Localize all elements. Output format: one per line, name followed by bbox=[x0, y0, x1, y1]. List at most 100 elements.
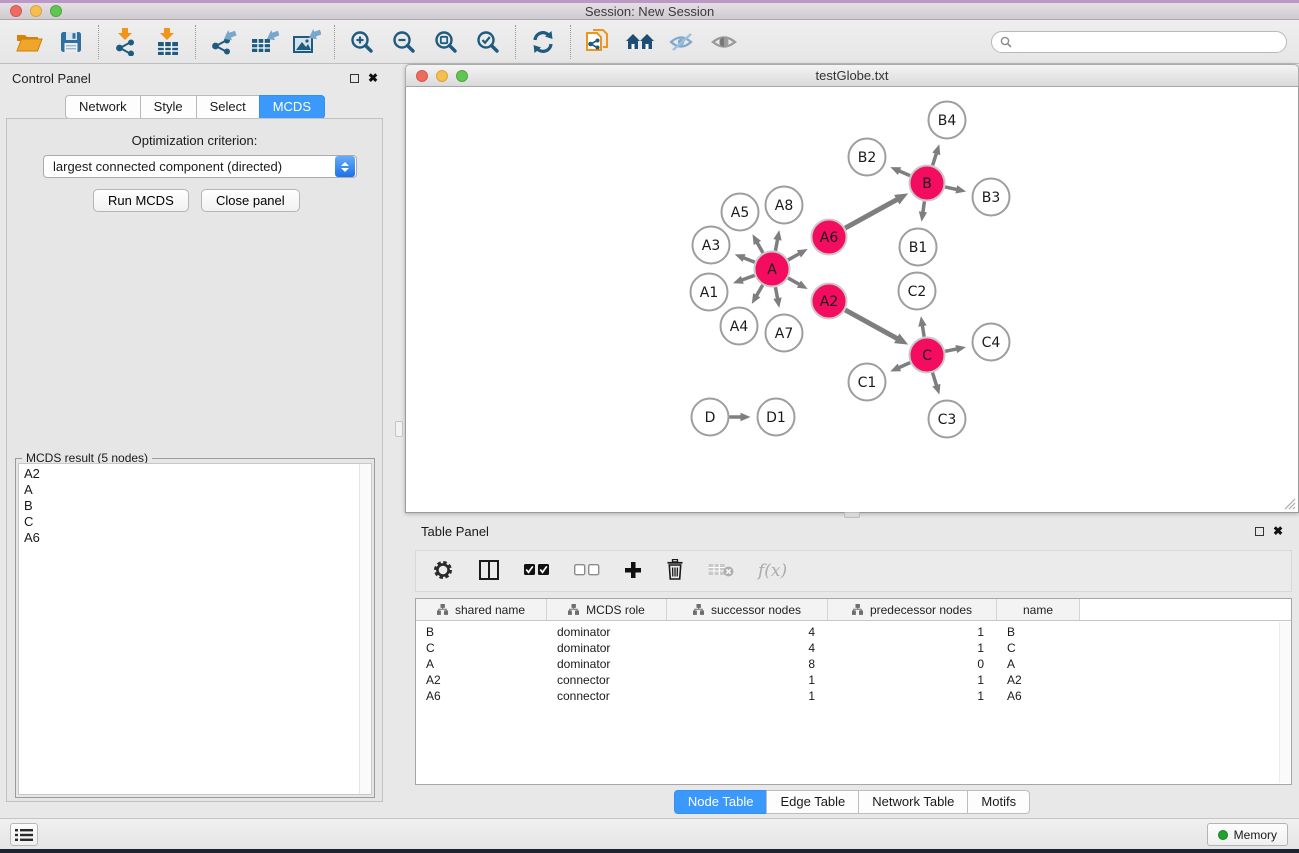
graph-edge-C-C1[interactable] bbox=[898, 363, 911, 369]
mcds-result-item[interactable]: A bbox=[19, 482, 358, 498]
memory-button[interactable]: Memory bbox=[1207, 823, 1288, 846]
tab-motifs[interactable]: Motifs bbox=[967, 790, 1030, 814]
export-image-button[interactable] bbox=[290, 25, 324, 59]
tab-network-table[interactable]: Network Table bbox=[858, 790, 968, 814]
table-cell[interactable]: B bbox=[416, 624, 547, 640]
table-cell[interactable]: A6 bbox=[997, 688, 1080, 704]
table-cell[interactable]: 1 bbox=[828, 624, 997, 640]
zoom-selected-button[interactable] bbox=[471, 25, 505, 59]
tab-edge-table[interactable]: Edge Table bbox=[766, 790, 859, 814]
add-column-button[interactable] bbox=[624, 561, 642, 582]
column-header-shared-name[interactable]: shared name bbox=[416, 599, 547, 620]
delete-table-button[interactable] bbox=[708, 562, 734, 581]
table-cell[interactable]: 4 bbox=[667, 624, 828, 640]
zoom-out-button[interactable] bbox=[387, 25, 421, 59]
import-table-button[interactable] bbox=[151, 25, 185, 59]
table-cell[interactable]: dominator bbox=[547, 656, 667, 672]
tab-mcds[interactable]: MCDS bbox=[259, 95, 325, 119]
graph-edge-B-B3[interactable] bbox=[945, 187, 958, 190]
refresh-layout-button[interactable] bbox=[526, 25, 560, 59]
table-cell[interactable]: 1 bbox=[828, 640, 997, 656]
mcds-result-item[interactable]: A2 bbox=[19, 466, 358, 482]
graph-edge-C-C3[interactable] bbox=[933, 373, 937, 387]
graph-edge-A6-B[interactable] bbox=[845, 199, 898, 228]
table-cell[interactable]: 8 bbox=[667, 656, 828, 672]
table-row[interactable]: A6connector11A6 bbox=[416, 688, 1291, 704]
table-row[interactable]: Bdominator41B bbox=[416, 624, 1291, 640]
vertical-splitter-handle[interactable] bbox=[395, 421, 403, 437]
zoom-in-button[interactable] bbox=[345, 25, 379, 59]
column-header-name[interactable]: name bbox=[997, 599, 1080, 620]
graph-edge-A-A2[interactable] bbox=[788, 278, 801, 285]
table-cell[interactable]: connector bbox=[547, 688, 667, 704]
table-cell[interactable]: C bbox=[416, 640, 547, 656]
graph-edge-B-B2[interactable] bbox=[898, 170, 910, 175]
table-cell[interactable]: connector bbox=[547, 672, 667, 688]
delete-column-button[interactable] bbox=[666, 559, 684, 583]
table-cell[interactable]: A6 bbox=[416, 688, 547, 704]
graph-edge-A-A6[interactable] bbox=[788, 253, 801, 260]
open-session-button[interactable] bbox=[12, 25, 46, 59]
show-all-button[interactable] bbox=[707, 25, 741, 59]
graph-edge-A-A4[interactable] bbox=[756, 285, 763, 297]
table-cell[interactable]: B bbox=[997, 624, 1080, 640]
network-window-titlebar[interactable]: testGlobe.txt bbox=[405, 64, 1299, 87]
close-panel-icon[interactable]: ✖ bbox=[368, 72, 378, 84]
table-row[interactable]: A2connector11A2 bbox=[416, 672, 1291, 688]
first-neighbors-button[interactable] bbox=[623, 25, 657, 59]
graph-edge-B-B4[interactable] bbox=[933, 152, 937, 165]
tab-network[interactable]: Network bbox=[65, 95, 141, 119]
mcds-result-item[interactable]: B bbox=[19, 498, 358, 514]
new-network-from-selection-button[interactable] bbox=[581, 25, 615, 59]
mcds-result-item[interactable]: C bbox=[19, 514, 358, 530]
close-panel-button[interactable]: Close panel bbox=[201, 189, 300, 212]
close-table-panel-icon[interactable]: ✖ bbox=[1273, 525, 1283, 537]
export-network-button[interactable] bbox=[206, 25, 240, 59]
tab-node-table[interactable]: Node Table bbox=[674, 790, 768, 814]
graph-edge-A-A5[interactable] bbox=[756, 241, 763, 253]
table-scrollbar[interactable] bbox=[1279, 622, 1290, 783]
search-input[interactable] bbox=[1017, 34, 1278, 50]
save-session-button[interactable] bbox=[54, 25, 88, 59]
table-options-button[interactable] bbox=[432, 559, 454, 584]
graph-edge-A-A3[interactable] bbox=[742, 257, 755, 262]
hide-selected-button[interactable] bbox=[665, 25, 699, 59]
table-cell[interactable]: C bbox=[997, 640, 1080, 656]
graph-edge-A2-C[interactable] bbox=[845, 310, 898, 339]
table-cell[interactable]: dominator bbox=[547, 624, 667, 640]
criterion-select[interactable]: largest connected component (directed) bbox=[43, 155, 357, 178]
table-cell[interactable]: 4 bbox=[667, 640, 828, 656]
table-cell[interactable]: 1 bbox=[667, 672, 828, 688]
tab-style[interactable]: Style bbox=[140, 95, 197, 119]
table-cell[interactable]: A2 bbox=[416, 672, 547, 688]
table-cell[interactable]: 1 bbox=[828, 672, 997, 688]
table-cell[interactable]: A2 bbox=[997, 672, 1080, 688]
deselect-all-button[interactable] bbox=[574, 564, 600, 579]
column-header-MCDS-role[interactable]: MCDS role bbox=[547, 599, 667, 620]
column-header-predecessor-nodes[interactable]: predecessor nodes bbox=[828, 599, 997, 620]
tab-select[interactable]: Select bbox=[196, 95, 260, 119]
graph-edge-A-A1[interactable] bbox=[740, 275, 754, 280]
table-cell[interactable]: dominator bbox=[547, 640, 667, 656]
float-table-panel-icon[interactable] bbox=[1255, 527, 1264, 536]
table-row[interactable]: Adominator80A bbox=[416, 656, 1291, 672]
task-history-button[interactable] bbox=[10, 823, 38, 846]
import-network-button[interactable] bbox=[109, 25, 143, 59]
float-panel-icon[interactable] bbox=[350, 74, 359, 83]
export-table-button[interactable] bbox=[248, 25, 282, 59]
run-mcds-button[interactable]: Run MCDS bbox=[93, 189, 189, 212]
table-cell[interactable]: A bbox=[997, 656, 1080, 672]
table-cell[interactable]: 0 bbox=[828, 656, 997, 672]
zoom-fit-button[interactable] bbox=[429, 25, 463, 59]
show-column-button[interactable] bbox=[478, 559, 500, 584]
network-canvas[interactable]: AA6A2BCA5A8A3A1A4A7B2B4B3B1C2C4C1C3DD1 bbox=[405, 87, 1299, 513]
select-all-button[interactable] bbox=[524, 564, 550, 579]
mcds-list-scrollbar[interactable] bbox=[359, 464, 371, 794]
mcds-result-item[interactable]: A6 bbox=[19, 530, 358, 546]
table-cell[interactable]: 1 bbox=[828, 688, 997, 704]
function-builder-button[interactable]: f(x) bbox=[758, 561, 787, 581]
search-field[interactable] bbox=[991, 31, 1287, 53]
resize-grip-icon[interactable] bbox=[1283, 497, 1296, 510]
table-cell[interactable]: A bbox=[416, 656, 547, 672]
table-cell[interactable]: 1 bbox=[667, 688, 828, 704]
